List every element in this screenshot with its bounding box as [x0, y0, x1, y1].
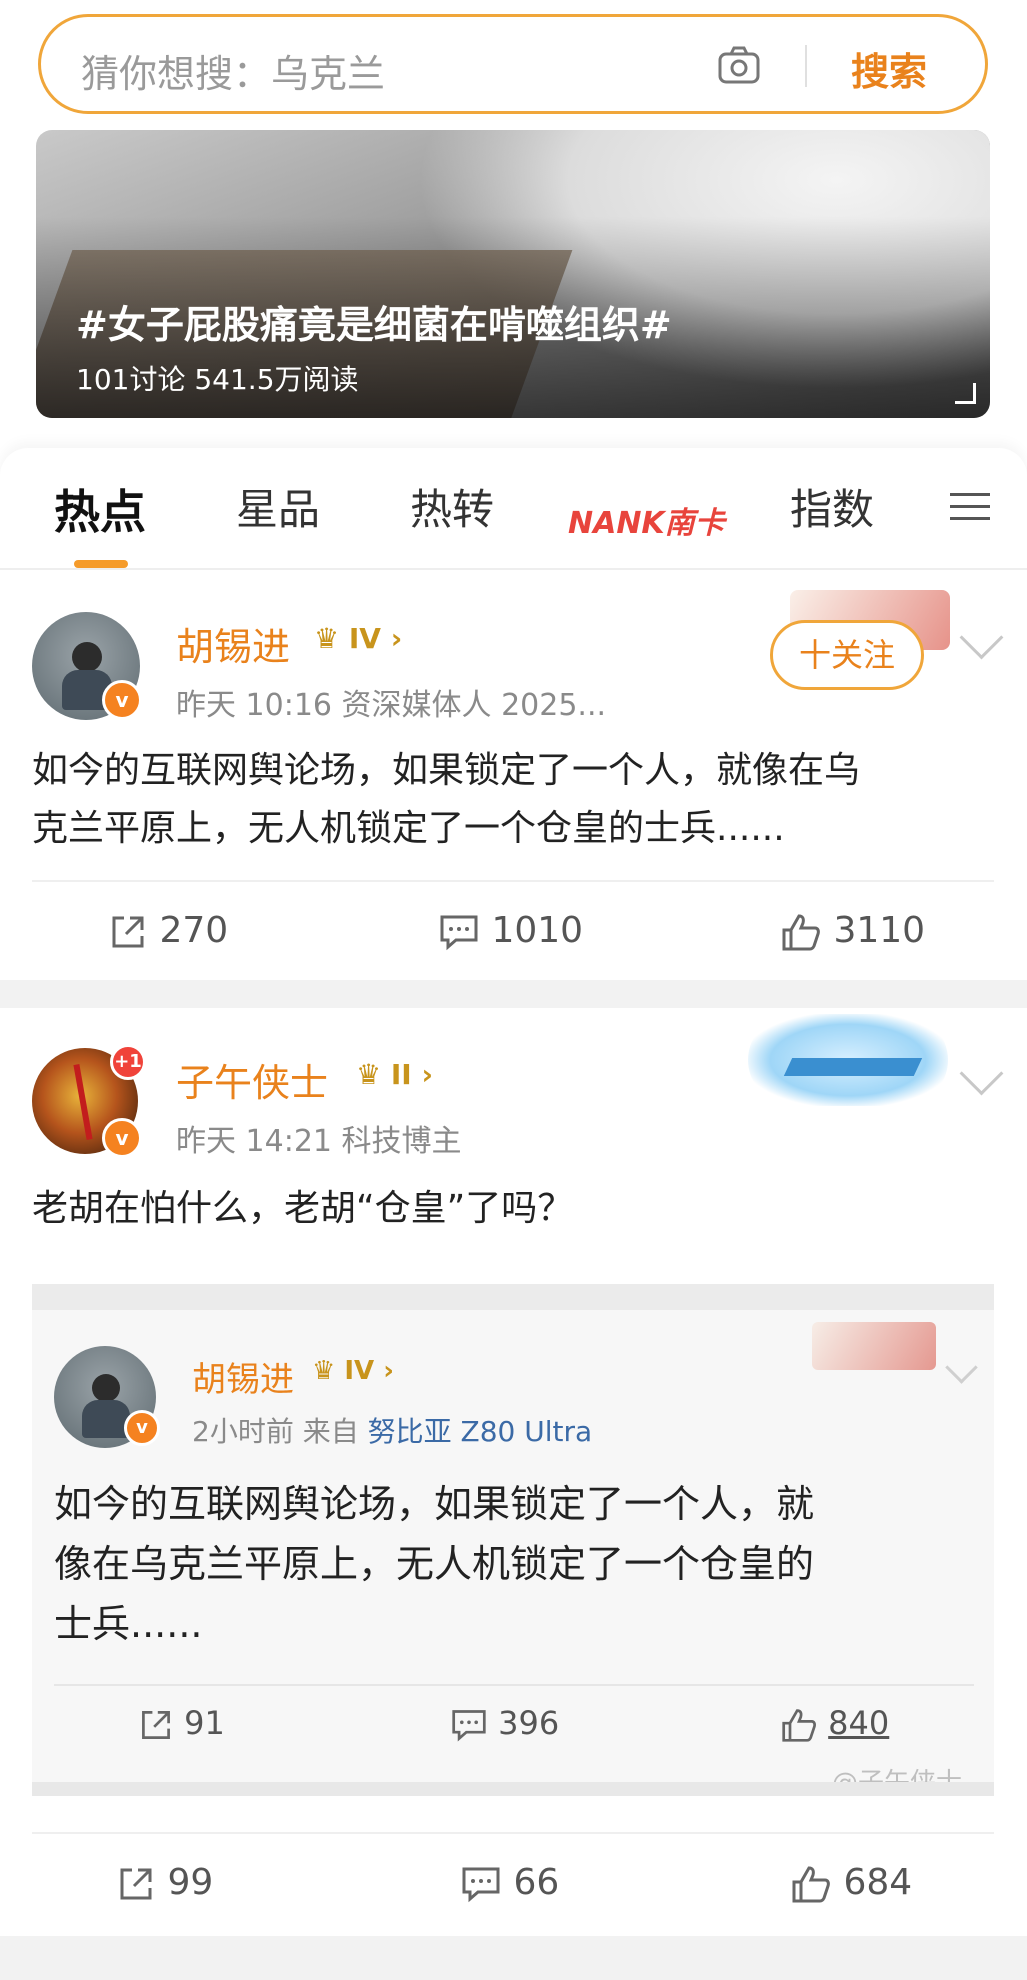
like-button[interactable]: 3110 — [780, 910, 925, 952]
chevron-down-icon[interactable] — [959, 1051, 1004, 1096]
verified-badge-icon: v — [102, 680, 142, 720]
device-link[interactable]: 努比亚 Z80 Ultra — [368, 1415, 593, 1448]
crown-level-icon: ♛ IV › — [312, 1356, 394, 1386]
verified-badge-icon: v — [124, 1410, 160, 1446]
comment-icon — [440, 915, 478, 951]
crown-level-icon: ♛ IV › — [314, 622, 403, 655]
tab-trending[interactable]: 热转 — [410, 476, 494, 537]
comment-button[interactable]: 1010 — [438, 910, 583, 952]
post-text-line: 如今的互联网舆论场，如果锁定了一个人，就 — [54, 1482, 815, 1526]
tab-star[interactable]: 星品 — [236, 476, 320, 537]
comment-button[interactable]: 396 — [450, 1704, 559, 1743]
username[interactable]: 胡锡进 — [192, 1352, 294, 1401]
chevron-down-icon[interactable] — [959, 615, 1004, 660]
expand-corner-icon — [955, 383, 976, 404]
comment-count: 1010 — [491, 910, 584, 951]
action-divider — [32, 880, 994, 882]
thumbs-up-icon — [782, 1709, 816, 1742]
menu-icon[interactable] — [950, 492, 990, 522]
quote-top-bar — [32, 1284, 994, 1310]
level-label: II — [390, 1058, 412, 1091]
repost-button[interactable]: 91 — [138, 1704, 225, 1743]
quote-bottom-bar — [32, 1782, 994, 1796]
tab-nank-logo[interactable]: NANK南卡 — [568, 498, 725, 542]
action-divider — [32, 1832, 994, 1834]
action-divider — [54, 1684, 974, 1686]
aircraft-carrier-decoration — [748, 1014, 948, 1106]
verified-badge-icon: v — [102, 1118, 142, 1158]
crown-level-icon: ♛ II › — [356, 1058, 433, 1091]
repost-button[interactable]: 99 — [116, 1862, 213, 1904]
post-meta: 昨天 10:16 资深媒体人 2025... — [176, 688, 607, 723]
post-text-line: 士兵...... — [54, 1602, 203, 1646]
like-button[interactable]: 840 — [780, 1704, 889, 1743]
like-button[interactable]: 684 — [790, 1862, 912, 1904]
repost-button[interactable]: 270 — [108, 910, 228, 952]
repost-icon — [112, 916, 144, 948]
tabs-divider — [0, 568, 1027, 570]
post-text-line: 像在乌克兰平原上，无人机锁定了一个仓皇的 — [54, 1542, 815, 1586]
post-text[interactable]: 老胡在怕什么，老胡“仓皇”了吗？ — [32, 1180, 573, 1238]
follow-button[interactable]: 十关注 — [770, 620, 924, 690]
search-button[interactable]: 搜索 — [851, 41, 927, 96]
repost-count: 91 — [184, 1704, 225, 1742]
banner-stats: 101讨论 541.5万阅读 — [76, 363, 359, 396]
tab-hot[interactable]: 热点 — [54, 476, 146, 542]
search-bar[interactable]: 猜你想搜：乌克兰 搜索 — [38, 14, 988, 114]
post-text-line: 克兰平原上，无人机锁定了一个仓皇的士兵...... — [32, 808, 785, 849]
search-input[interactable]: 猜你想搜：乌克兰 — [81, 43, 385, 98]
like-count: 684 — [843, 1862, 913, 1903]
post-separator — [0, 1936, 1027, 1980]
feed-tabs: 热点 星品 热转 NANK南卡 指数 — [0, 448, 1027, 568]
like-count: 3110 — [833, 910, 926, 951]
thumbs-up-icon — [792, 1866, 830, 1903]
banner-title: #女子屁股痛竟是细菌在啃噬组织# — [76, 303, 672, 347]
repost-icon — [120, 1868, 152, 1900]
username[interactable]: 子午侠士 — [176, 1052, 328, 1107]
great-wall-decoration — [812, 1322, 936, 1370]
repost-count: 270 — [159, 910, 229, 951]
comment-button[interactable]: 66 — [460, 1862, 559, 1904]
comment-count: 66 — [513, 1862, 560, 1903]
comment-count: 396 — [498, 1704, 560, 1742]
notification-badge: +1 — [110, 1044, 146, 1080]
post-meta: 昨天 14:21 科技博主 — [176, 1124, 462, 1159]
thumbs-up-icon — [782, 914, 820, 951]
post-text-line: 如今的互联网舆论场，如果锁定了一个人，就像在乌 — [32, 750, 861, 791]
post-separator — [0, 980, 1027, 1008]
level-label: IV — [344, 1356, 375, 1386]
like-count: 840 — [828, 1704, 890, 1742]
active-tab-indicator — [74, 560, 128, 568]
post-meta: 2小时前 来自 努比亚 Z80 Ultra — [192, 1410, 592, 1450]
repost-icon — [142, 1711, 170, 1739]
tab-index[interactable]: 指数 — [790, 476, 874, 537]
search-divider — [805, 45, 807, 87]
username[interactable]: 胡锡进 — [176, 616, 290, 671]
level-label: IV — [348, 622, 381, 655]
hot-topic-banner[interactable]: #女子屁股痛竟是细菌在啃噬组织# 101讨论 541.5万阅读 — [36, 130, 990, 418]
post-text[interactable]: 如今的互联网舆论场，如果锁定了一个人，就像在乌 克兰平原上，无人机锁定了一个仓皇… — [32, 742, 1012, 858]
comment-icon — [452, 1710, 486, 1742]
camera-icon[interactable] — [717, 45, 761, 85]
quoted-post-text[interactable]: 如今的互联网舆论场，如果锁定了一个人，就 像在乌克兰平原上，无人机锁定了一个仓皇… — [54, 1474, 974, 1654]
comment-icon — [462, 1867, 500, 1903]
repost-count: 99 — [167, 1862, 214, 1903]
post-time: 2小时前 来自 — [192, 1415, 359, 1448]
